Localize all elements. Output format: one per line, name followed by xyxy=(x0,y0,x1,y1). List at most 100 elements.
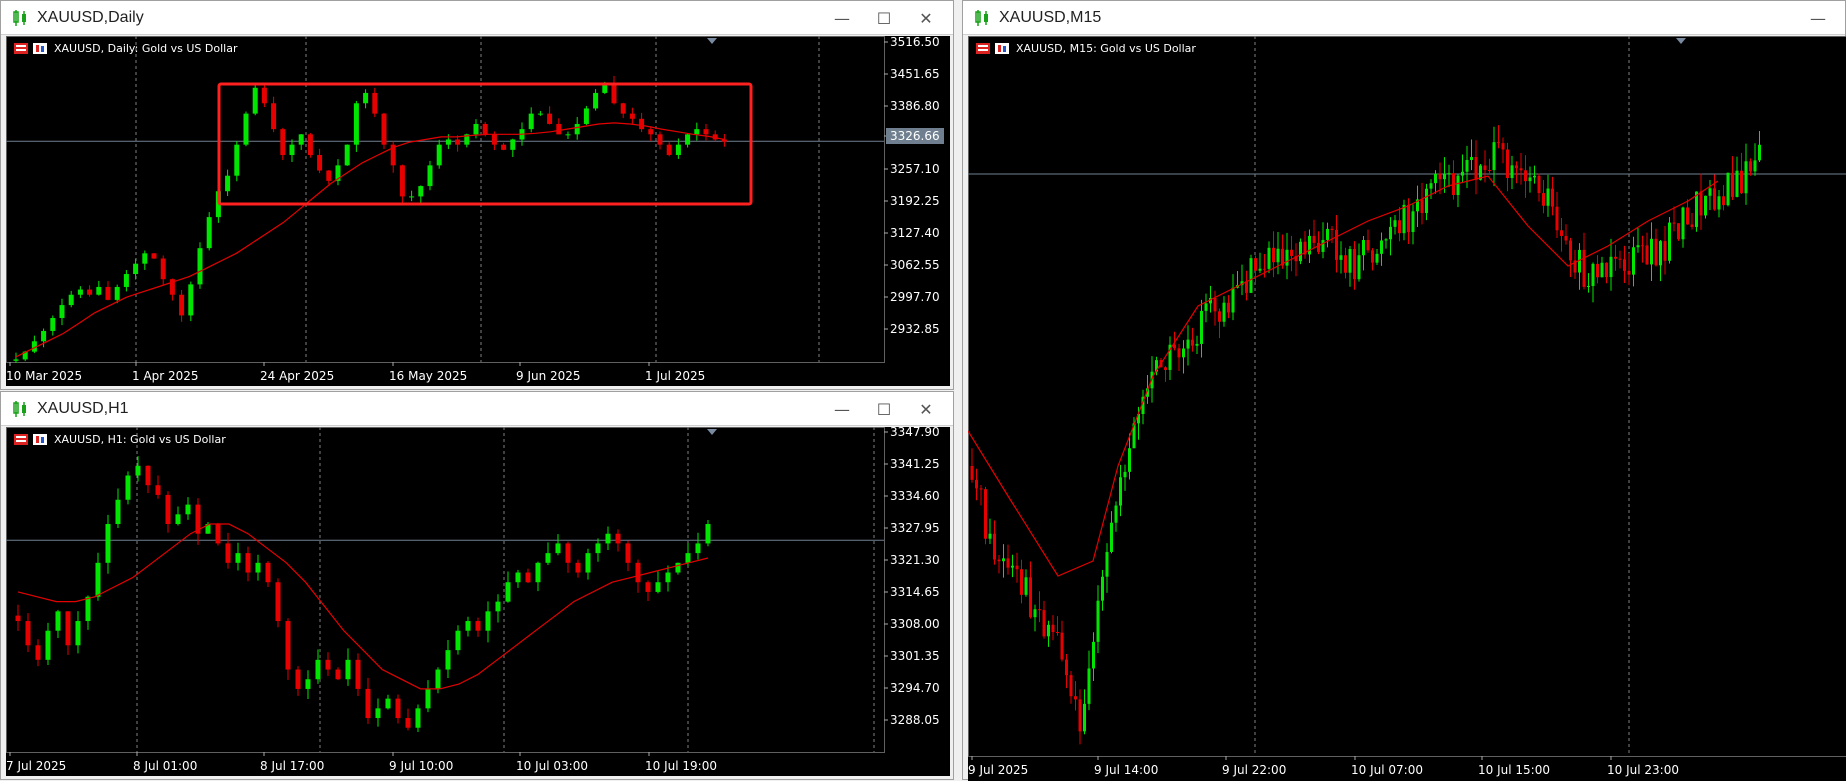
candlestick-icon xyxy=(973,9,991,27)
candle-body xyxy=(1182,349,1185,358)
candle-body xyxy=(676,145,681,155)
plot-frame xyxy=(969,37,1846,757)
candle-body xyxy=(14,359,19,360)
candle-body xyxy=(648,129,653,134)
minimize-button[interactable]: — xyxy=(821,392,863,426)
daily-chart-window: XAUUSD,Daily — ☐ ✕ XAUUSD, Daily: Gold v… xyxy=(0,0,954,390)
candle-body xyxy=(345,145,350,166)
price-tick-label: 3334.60 xyxy=(890,489,940,503)
candle-body xyxy=(1326,229,1329,240)
candle-body xyxy=(696,543,701,553)
candle-body xyxy=(1502,143,1505,149)
candle-body xyxy=(566,134,571,135)
candle-body xyxy=(1119,477,1122,505)
candle-body xyxy=(346,660,351,679)
m15-chart[interactable]: XAUUSD, M15: Gold vs US Dollar9 Jul 2025… xyxy=(968,36,1846,781)
candle-body xyxy=(1358,255,1361,279)
candle-body xyxy=(133,264,138,274)
candle-body xyxy=(418,186,423,196)
candle-body xyxy=(1461,172,1464,176)
candle-body xyxy=(1547,189,1550,206)
chart-info-text: XAUUSD, M15: Gold vs US Dollar xyxy=(1016,42,1196,55)
candle-body xyxy=(1520,168,1523,170)
candle-body xyxy=(1110,523,1113,552)
candle-body xyxy=(280,129,285,155)
candle-body xyxy=(1466,160,1469,172)
candle-body xyxy=(989,534,992,539)
candle-body xyxy=(1470,157,1473,160)
candle-body xyxy=(526,573,531,583)
candle-body xyxy=(566,543,571,562)
candle-body xyxy=(1376,254,1379,263)
m15-titlebar[interactable]: XAUUSD,M15 — xyxy=(963,1,1845,35)
date-tick-label: 8 Jul 01:00 xyxy=(133,759,197,773)
candle-body xyxy=(658,134,663,144)
candle-body xyxy=(1061,633,1064,660)
price-tick-label: 3127.40 xyxy=(890,226,940,240)
candle-body xyxy=(685,134,690,144)
candle-body xyxy=(1632,247,1635,274)
candle-body xyxy=(1736,171,1739,197)
candle-body xyxy=(56,611,61,630)
daily-svg: XAUUSD, Daily: Gold vs US Dollar 3516.50 3… xyxy=(6,36,950,386)
candle-body xyxy=(667,145,672,155)
candle-body xyxy=(50,318,55,331)
candle-body xyxy=(446,139,451,144)
candle-body xyxy=(1371,250,1374,262)
daily-titlebar[interactable]: XAUUSD,Daily — ☐ ✕ xyxy=(1,1,953,35)
candle-body xyxy=(1722,196,1725,205)
candle-body xyxy=(1394,220,1397,227)
candle-body xyxy=(1650,239,1653,265)
candle-body xyxy=(1457,176,1460,195)
maximize-button[interactable]: ☐ xyxy=(863,392,905,426)
candle-body xyxy=(1754,160,1757,171)
candle-body xyxy=(161,259,166,280)
candle-body xyxy=(126,476,131,500)
candle-body xyxy=(501,145,506,150)
candle-body xyxy=(1164,367,1167,370)
close-button[interactable]: ✕ xyxy=(905,1,947,35)
candle-body xyxy=(621,103,626,113)
candle-body xyxy=(1043,610,1046,636)
candle-body xyxy=(1025,577,1028,595)
candle-body xyxy=(290,145,295,155)
candle-body xyxy=(576,563,581,573)
candle-body xyxy=(87,290,92,295)
candle-body xyxy=(1668,223,1671,261)
candle-body xyxy=(446,650,451,669)
candle-body xyxy=(1200,311,1203,344)
price-tick-label: 3301.35 xyxy=(890,649,940,663)
flag-icon-stripe xyxy=(978,45,988,47)
candle-body xyxy=(1695,192,1698,227)
candle-body xyxy=(1056,632,1059,633)
date-tick-label: 10 Mar 2025 xyxy=(6,369,82,383)
chart-type-icon-bar xyxy=(1003,46,1006,52)
candle-body xyxy=(198,248,203,284)
price-tick-label: 3192.25 xyxy=(890,194,940,208)
minimize-button[interactable]: — xyxy=(821,1,863,35)
maximize-button[interactable]: ☐ xyxy=(863,1,905,35)
chart-info-text: XAUUSD, H1: Gold vs US Dollar xyxy=(54,433,226,446)
date-tick-label: 10 Jul 19:00 xyxy=(645,759,717,773)
candle-body xyxy=(179,295,184,316)
candle-body xyxy=(1682,207,1685,239)
candle-body xyxy=(1020,569,1023,595)
candle-body xyxy=(336,670,341,680)
close-button[interactable]: ✕ xyxy=(905,392,947,426)
h1-titlebar[interactable]: XAUUSD,H1 — ☐ ✕ xyxy=(1,392,953,426)
candle-body xyxy=(1533,176,1536,178)
chart-info-text: XAUUSD, Daily: Gold vs US Dollar xyxy=(54,42,238,55)
candles xyxy=(14,76,727,363)
candle-body xyxy=(142,253,147,263)
daily-chart[interactable]: XAUUSD, Daily: Gold vs US Dollar 3516.50 3… xyxy=(6,36,950,386)
h1-chart[interactable]: XAUUSD, H1: Gold vs US Dollar3347.903341… xyxy=(6,427,950,776)
candle-body xyxy=(406,718,411,728)
candle-body xyxy=(538,114,543,115)
candle-body xyxy=(1655,239,1658,266)
minimize-button[interactable]: — xyxy=(1797,1,1839,35)
candle-body xyxy=(1344,255,1347,272)
price-tick-label: 3516.50 xyxy=(890,36,940,49)
candle-body xyxy=(1349,249,1352,273)
candle-body xyxy=(1677,223,1680,239)
candle-body xyxy=(1362,240,1365,255)
